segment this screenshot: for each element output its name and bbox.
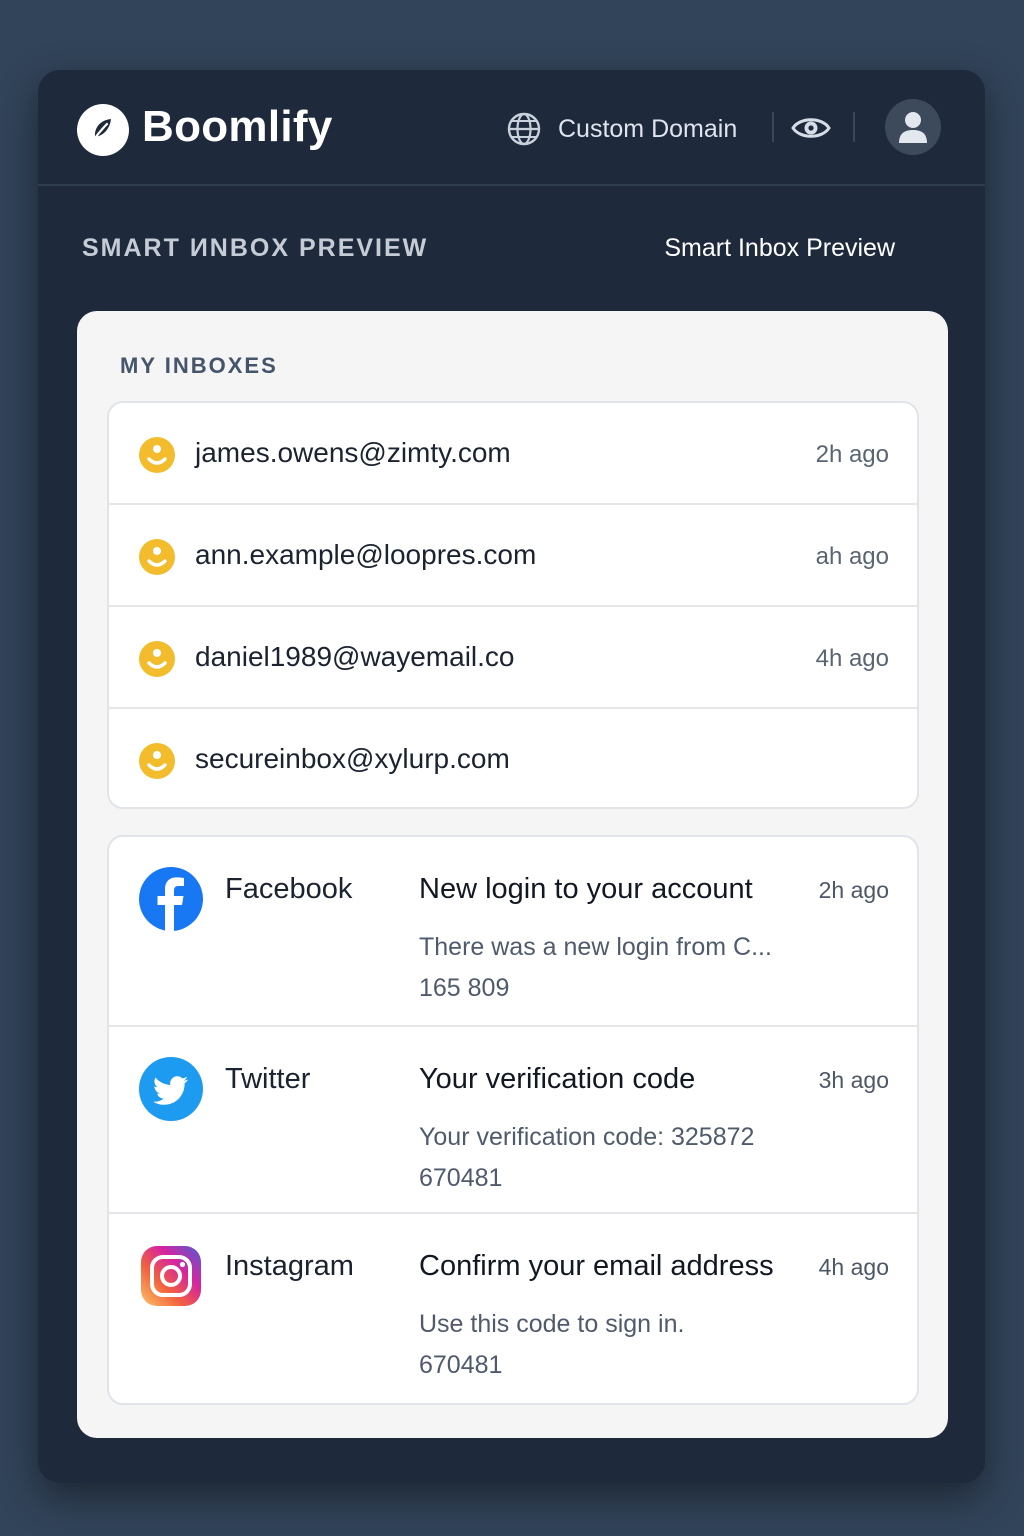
status-face-icon (139, 743, 175, 779)
message-item[interactable]: Instagram Confirm your email address 4h … (109, 1214, 917, 1401)
message-code: 165 809 (419, 974, 510, 1002)
leaf-logo-icon[interactable] (77, 104, 129, 156)
message-code: 670481 (419, 1351, 503, 1379)
inbox-email: secureinbox@xylurp.com (195, 743, 510, 774)
inbox-time: 4h ago (815, 645, 889, 672)
inbox-email: james.owens@zimty.com (195, 437, 511, 468)
app-window: Boomlify Custom Domain SMART ИNBOX PREVI… (38, 70, 985, 1483)
message-preview: There was a new login from C... (419, 933, 772, 961)
message-code: 670481 (419, 1164, 503, 1192)
section-title: SMART ИNBOX PREVIEW (82, 234, 429, 262)
toolbar-divider (772, 112, 774, 142)
message-sender: Twitter (225, 1063, 311, 1095)
status-face-icon (139, 641, 175, 677)
inbox-item[interactable]: ann.example@loopres.com ah ago (109, 505, 917, 607)
message-sender: Instagram (225, 1250, 354, 1282)
message-item[interactable]: Facebook New login to your account 2h ag… (109, 837, 917, 1027)
inbox-time: ah ago (815, 543, 889, 570)
message-subject: New login to your account (419, 873, 753, 905)
message-preview: Use this code to sign in. (419, 1310, 685, 1338)
inbox-email: ann.example@loopres.com (195, 539, 537, 570)
message-item[interactable]: Twitter Your verification code 3h ago Yo… (109, 1027, 917, 1214)
inbox-item[interactable]: daniel1989@wayemail.co 4h ago (109, 607, 917, 709)
toolbar-divider (853, 112, 855, 142)
user-avatar-icon[interactable] (885, 99, 941, 155)
section-subtitle: Smart Inbox Preview (664, 234, 895, 262)
message-preview: Your verification code: 325872 (419, 1123, 755, 1151)
eye-icon[interactable] (790, 110, 832, 146)
custom-domain-button[interactable]: Custom Domain (506, 106, 737, 152)
inbox-item[interactable]: james.owens@zimty.com 2h ago (109, 403, 917, 505)
message-subject: Confirm your email address (419, 1250, 774, 1282)
top-bar: Boomlify Custom Domain (38, 70, 985, 186)
custom-domain-label: Custom Domain (558, 114, 738, 143)
message-subject: Your verification code (419, 1063, 696, 1095)
inbox-email: daniel1989@wayemail.co (195, 641, 515, 672)
globe-icon (507, 112, 541, 146)
message-time: 4h ago (818, 1254, 889, 1280)
message-time: 3h ago (818, 1067, 889, 1093)
inbox-panel: MY INBOXES james.owens@zimty.com 2h ago … (77, 311, 948, 1438)
status-face-icon (139, 539, 175, 575)
message-list: Facebook New login to your account 2h ag… (107, 835, 919, 1405)
inbox-list: james.owens@zimty.com 2h ago ann.example… (107, 401, 919, 809)
my-inboxes-heading: MY INBOXES (120, 353, 278, 378)
brand-name[interactable]: Boomlify (142, 102, 333, 152)
twitter-icon (139, 1057, 203, 1121)
status-face-icon (139, 437, 175, 473)
message-time: 2h ago (818, 877, 889, 903)
instagram-icon (141, 1246, 201, 1306)
inbox-time: 2h ago (815, 441, 889, 468)
inbox-item[interactable]: secureinbox@xylurp.com (109, 709, 917, 807)
facebook-icon (139, 867, 203, 931)
message-sender: Facebook (225, 873, 353, 905)
